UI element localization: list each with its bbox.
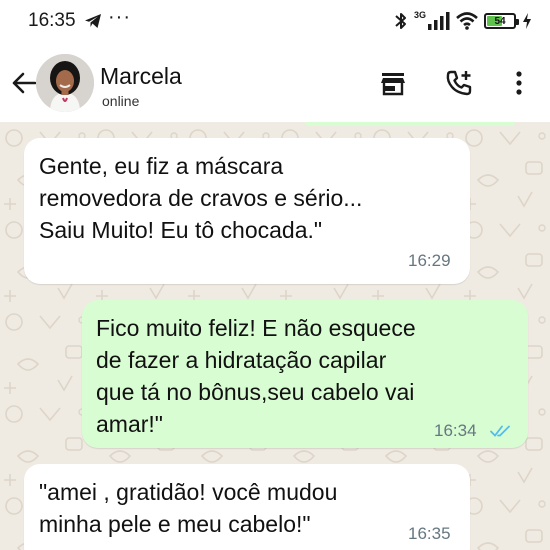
status-time: 16:35 — [28, 10, 76, 31]
add-call-icon[interactable] — [444, 68, 474, 98]
message-text: Fico muito feliz! E não esquece de fazer… — [96, 315, 416, 437]
message-incoming[interactable]: Gente, eu fiz a máscara removedora de cr… — [24, 138, 470, 284]
status-icons: 3G 54 — [394, 10, 532, 32]
battery-icon: 54 — [484, 13, 519, 29]
battery-level: 54 — [494, 15, 506, 27]
message-text: Gente, eu fiz a máscara removedora de cr… — [39, 153, 363, 243]
message-time: 16:29 — [408, 251, 451, 270]
double-check-icon — [490, 425, 510, 437]
chat-header: Marcela online — [0, 44, 550, 122]
message-time: 16:34 — [434, 421, 477, 440]
network-type: 3G — [413, 10, 426, 20]
avatar-photo — [36, 54, 94, 112]
message-outgoing[interactable]: Fico muito feliz! E não esquece de fazer… — [82, 300, 528, 448]
message-time: 16:35 — [408, 524, 451, 543]
message-text: "amei , gratidão! você mudou minha pele … — [39, 479, 338, 537]
store-icon[interactable] — [378, 68, 408, 98]
avatar[interactable] — [36, 54, 94, 112]
back-arrow-icon[interactable] — [10, 69, 38, 97]
previous-message-edge — [305, 122, 515, 126]
telegram-icon — [85, 14, 101, 28]
more-vert-icon[interactable] — [504, 68, 534, 98]
bluetooth-icon — [395, 13, 406, 29]
wifi-icon — [456, 12, 478, 30]
status-bar: 16:35 ··· 3G 54 — [0, 0, 550, 44]
contact-status: online — [102, 93, 140, 109]
notification-dots: ··· — [108, 6, 131, 28]
chat-area[interactable]: Gente, eu fiz a máscara removedora de cr… — [0, 122, 550, 550]
signal-icon — [428, 12, 450, 30]
charging-icon — [523, 13, 531, 29]
contact-name[interactable]: Marcela — [100, 63, 182, 90]
message-incoming[interactable]: "amei , gratidão! você mudou minha pele … — [24, 464, 470, 550]
